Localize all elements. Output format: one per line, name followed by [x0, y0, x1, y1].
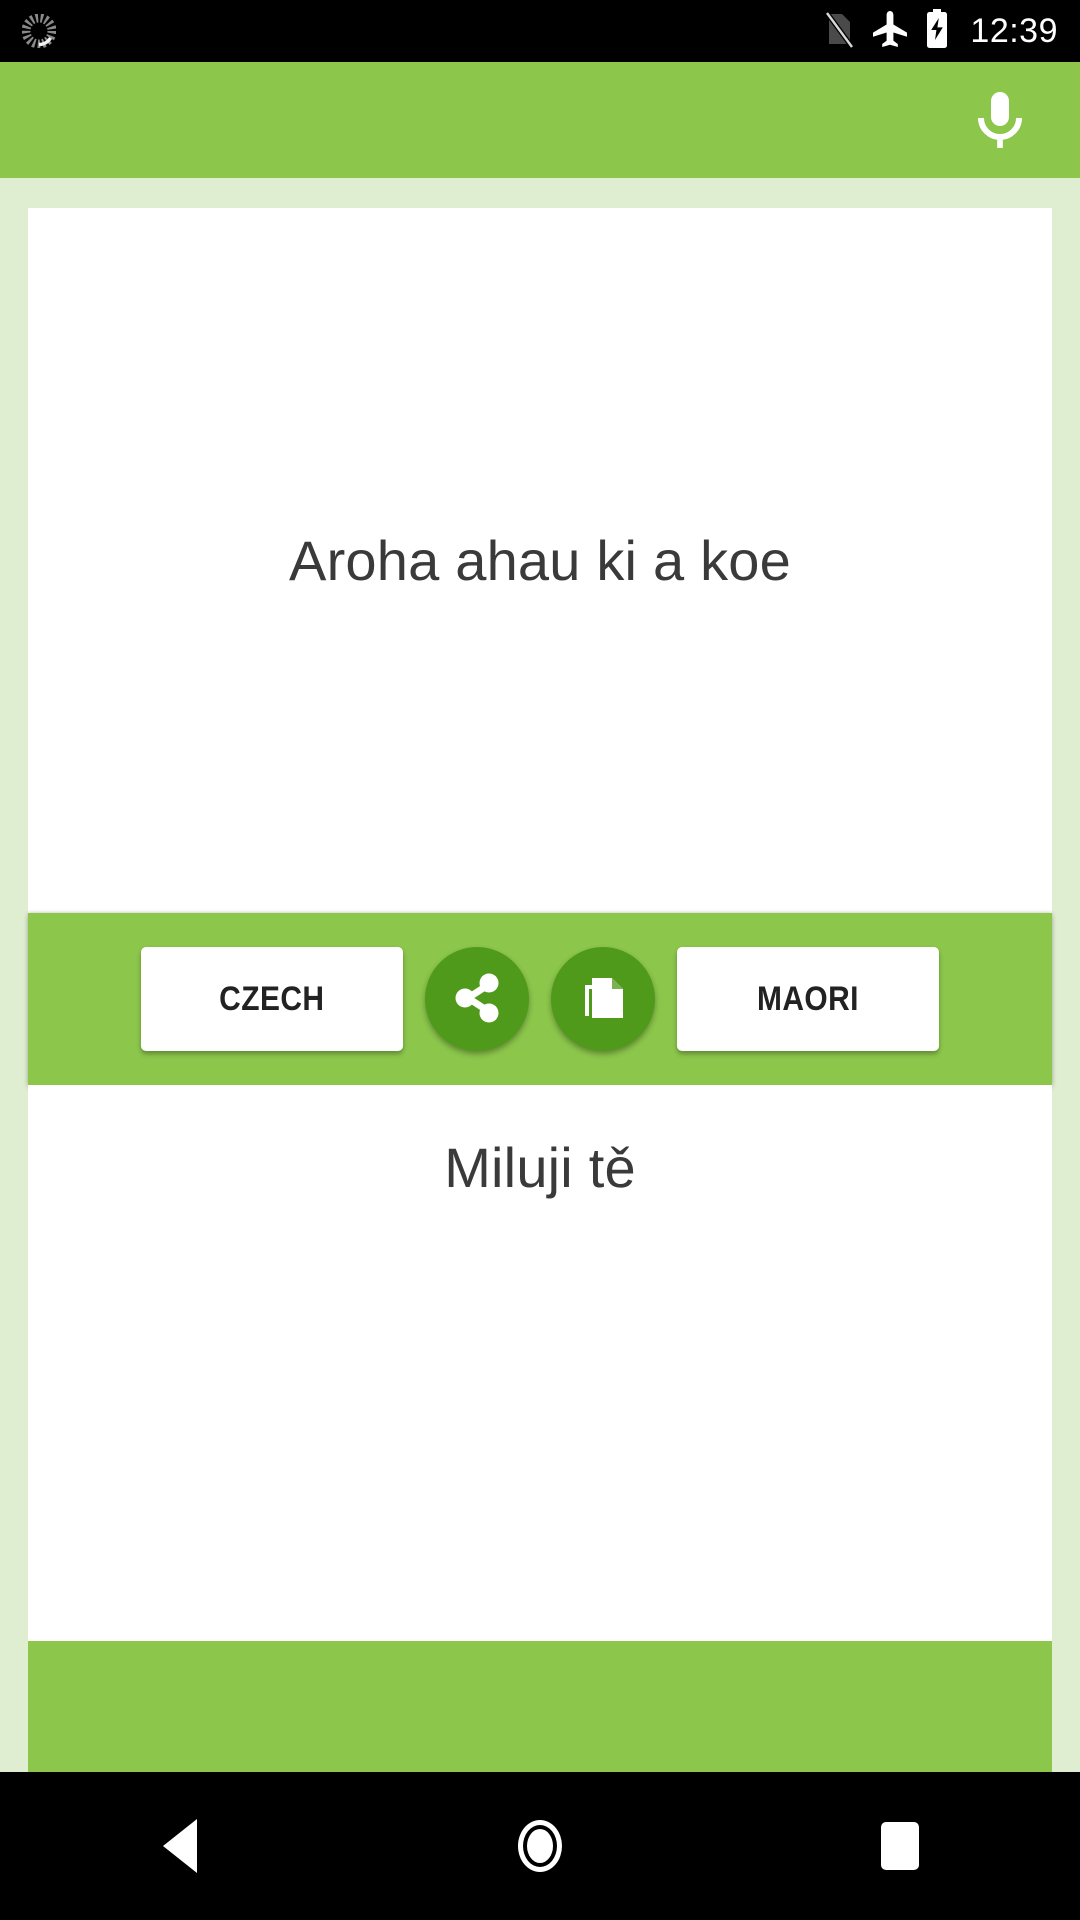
- back-triangle-icon: [163, 1819, 197, 1873]
- target-language-label: MAORI: [757, 979, 859, 1018]
- home-button[interactable]: [465, 1796, 615, 1896]
- home-circle-icon: [518, 1820, 562, 1872]
- recents-square-icon: [881, 1822, 919, 1870]
- source-text-panel[interactable]: Aroha ahau ki a koe: [28, 208, 1052, 913]
- copy-icon: [574, 969, 632, 1030]
- battery-charging-icon: [924, 8, 950, 55]
- target-text: Miluji tě: [444, 1136, 636, 1199]
- bottom-banner[interactable]: [28, 1641, 1052, 1772]
- copy-button[interactable]: [551, 947, 655, 1051]
- recents-button[interactable]: [825, 1796, 975, 1896]
- status-bar-clock: 12:39: [970, 12, 1058, 50]
- sync-spinner-icon: [21, 13, 57, 49]
- app-bar: [0, 62, 1080, 178]
- source-language-label: CZECH: [219, 979, 325, 1018]
- share-button[interactable]: [425, 947, 529, 1051]
- android-navigation-bar: [0, 1772, 1080, 1920]
- translation-control-bar: CZECH MAORI: [28, 913, 1052, 1085]
- phone-screen: 12:39 Aroha ahau ki a koe CZECH MAORI Mi…: [0, 0, 1080, 1920]
- source-text: Aroha ahau ki a koe: [289, 528, 791, 592]
- back-button[interactable]: [105, 1796, 255, 1896]
- status-bar-right-icons: 12:39: [822, 8, 1058, 55]
- target-language-button[interactable]: MAORI: [677, 947, 939, 1051]
- content-area: Aroha ahau ki a koe CZECH MAORI Miluji t…: [0, 178, 1080, 1819]
- source-language-button[interactable]: CZECH: [141, 947, 403, 1051]
- status-bar-left-icons: [21, 13, 57, 49]
- share-icon: [448, 969, 506, 1030]
- microphone-icon[interactable]: [964, 84, 1036, 156]
- airplane-mode-icon: [870, 9, 910, 54]
- status-bar: 12:39: [0, 0, 1080, 62]
- no-sim-icon: [822, 9, 856, 54]
